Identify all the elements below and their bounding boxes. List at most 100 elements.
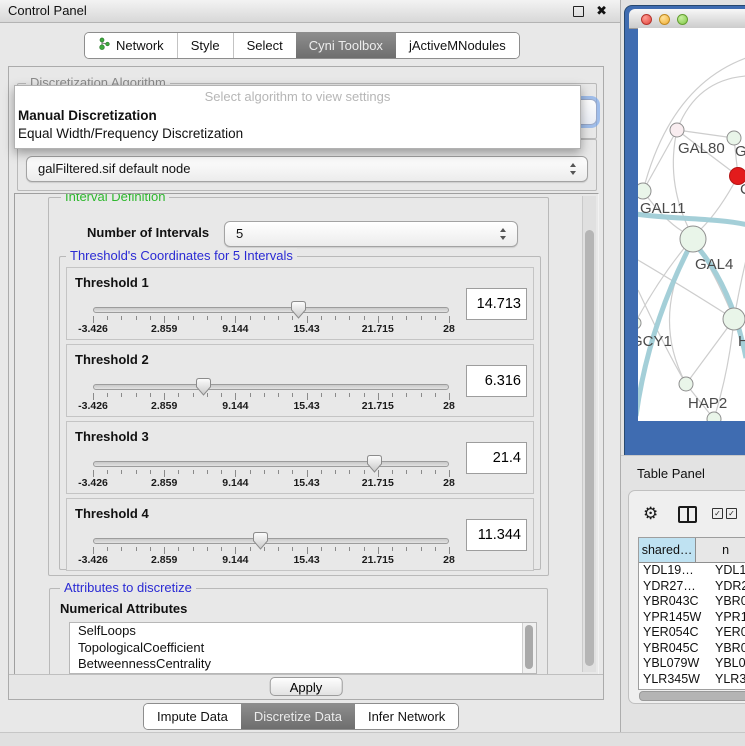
slider-track[interactable] [93, 384, 449, 390]
slider-ticks [93, 470, 449, 477]
table-row[interactable]: YIL052CYIL0 [639, 687, 745, 689]
gear-icon[interactable]: ⚙ [643, 501, 658, 527]
table-row[interactable]: YPR145WYPR1 [639, 610, 745, 626]
table-row[interactable]: YDR27…YDR2 [639, 579, 745, 595]
tab-network[interactable]: Network [85, 33, 177, 58]
node-hap2[interactable] [679, 377, 693, 391]
algorithm-dropdown-popup: Select algorithm to view settings Manual… [14, 85, 581, 149]
tab-impute-data[interactable]: Impute Data [144, 704, 241, 729]
close-traffic-light-icon[interactable] [641, 14, 652, 25]
table-cell[interactable]: YLR3 [709, 672, 745, 688]
table-cell[interactable]: YPR145W [639, 610, 709, 626]
table-cell[interactable]: YDR27… [639, 579, 709, 595]
dropdown-option-equal-width[interactable]: Equal Width/Frequency Discretization [18, 125, 577, 142]
node-label-ga-cut: GA [735, 143, 745, 160]
table-cell[interactable]: YDL1 [709, 563, 745, 579]
table-cell[interactable]: YER054C [639, 625, 709, 641]
list-scrollbar[interactable] [522, 623, 536, 673]
table-cell[interactable]: YBR043C [639, 594, 709, 610]
apply-button[interactable]: Apply [270, 677, 343, 696]
slider-track[interactable] [93, 307, 449, 313]
list-item[interactable]: BetweennessCentrality [70, 656, 536, 673]
table-cell[interactable]: YBR045C [639, 641, 709, 657]
list-item[interactable]: SelfLoops [70, 623, 536, 640]
threshold-value-input[interactable] [466, 519, 527, 551]
scrollbar-thumb[interactable] [525, 625, 533, 669]
number-of-intervals-label: Number of Intervals [87, 225, 209, 240]
network-view-window[interactable]: GAL80 GA C GAL11 GAL4 GCY1 H HAP2 [624, 5, 745, 456]
table-cell[interactable]: YBR0 [709, 641, 745, 657]
slider-thumb[interactable] [367, 455, 382, 473]
table-cell[interactable]: YBL0 [709, 656, 745, 672]
slider-thumb[interactable] [196, 378, 211, 396]
apply-strip: Apply [9, 674, 603, 699]
threshold-slider[interactable]: -3.4262.8599.14415.4321.71528 [93, 456, 449, 490]
node-label-gcy1: GCY1 [638, 333, 672, 350]
minimize-traffic-light-icon[interactable] [659, 14, 670, 25]
table-cell[interactable]: YLR345W [639, 672, 709, 688]
window-footer-strip [0, 732, 745, 746]
table-row[interactable]: YBR045CYBR0 [639, 641, 745, 657]
cyni-toolbox-panel: Discretization Algorithm Select algorith… [8, 66, 604, 700]
table-cell[interactable]: YIL052C [639, 687, 709, 689]
tab-select[interactable]: Select [233, 33, 296, 58]
node-label-h-cut: H [738, 333, 745, 350]
threshold-slider[interactable]: -3.4262.8599.14415.4321.71528 [93, 302, 449, 336]
scrollbar-thumb[interactable] [585, 230, 594, 666]
tab-infer-network[interactable]: Infer Network [355, 704, 458, 729]
threshold-value-input[interactable] [466, 288, 527, 320]
threshold-value-input[interactable] [466, 365, 527, 397]
column-header-shared[interactable]: shared… [639, 538, 696, 562]
tab-cyni-toolbox[interactable]: Cyni Toolbox [296, 33, 396, 58]
bottom-tab-strip: Impute Data Discretize Data Infer Networ… [143, 703, 459, 730]
slider-thumb[interactable] [291, 301, 306, 319]
horizontal-scrollbar[interactable] [639, 691, 745, 700]
node-gal80[interactable] [670, 123, 684, 137]
dropdown-option-manual[interactable]: Manual Discretization [18, 107, 577, 124]
zoom-traffic-light-icon[interactable] [677, 14, 688, 25]
threshold-slider[interactable]: -3.4262.8599.14415.4321.71528 [93, 379, 449, 413]
table-row[interactable]: YER054CYER0 [639, 625, 745, 641]
table-cell[interactable]: YDL19… [639, 563, 709, 579]
threshold-value-input[interactable] [466, 442, 527, 474]
table-data-combobox[interactable]: galFiltered.sif default node [26, 156, 588, 182]
checkbox-icon[interactable] [726, 508, 737, 519]
interval-definition-group: Interval Definition Number of Intervals … [48, 197, 549, 576]
threshold-slider[interactable]: -3.4262.8599.14415.4321.71528 [93, 533, 449, 567]
column-header-name[interactable]: n [696, 538, 745, 562]
tab-discretize-data[interactable]: Discretize Data [241, 704, 355, 729]
table-cell[interactable]: YPR1 [709, 610, 745, 626]
number-of-intervals-combobox[interactable]: 5 [224, 221, 518, 247]
table-cell[interactable]: YIL0 [709, 687, 745, 689]
table-row[interactable]: YLR345WYLR3 [639, 672, 745, 688]
node-gal11[interactable] [638, 183, 651, 199]
table-panel-title: Table Panel [637, 456, 705, 491]
node-right-mid[interactable] [723, 308, 745, 330]
node-gal4[interactable] [680, 226, 706, 252]
node-bottom-partial[interactable] [707, 412, 721, 421]
tab-style[interactable]: Style [177, 33, 233, 58]
table-cell[interactable]: YBL079W [639, 656, 709, 672]
table-cell[interactable]: YER0 [709, 625, 745, 641]
table-cell[interactable]: YBR0 [709, 594, 745, 610]
tab-jactivemnodules[interactable]: jActiveMNodules [396, 33, 519, 58]
slider-track[interactable] [93, 461, 449, 467]
checkbox-icon[interactable] [712, 508, 723, 519]
slider-track[interactable] [93, 538, 449, 544]
list-item[interactable]: TopologicalCoefficient [70, 640, 536, 657]
table-row[interactable]: YBL079WYBL0 [639, 656, 745, 672]
vertical-scrollbar[interactable] [582, 196, 596, 672]
close-icon[interactable]: ✖ [596, 1, 607, 23]
node-gcy1[interactable] [638, 317, 641, 329]
table-row[interactable]: YDL19…YDL1 [639, 563, 745, 579]
scrollbar-thumb[interactable] [639, 691, 745, 701]
dropdown-placeholder: Select algorithm to view settings [15, 89, 580, 104]
table-cell[interactable]: YDR2 [709, 579, 745, 595]
columns-icon[interactable] [678, 506, 697, 523]
table-row[interactable]: YBR043CYBR0 [639, 594, 745, 610]
network-canvas[interactable]: GAL80 GA C GAL11 GAL4 GCY1 H HAP2 [638, 28, 745, 421]
float-window-icon[interactable] [573, 6, 584, 17]
network-window-titlebar [629, 9, 745, 29]
numerical-attributes-list[interactable]: SelfLoopsTopologicalCoefficientBetweenne… [69, 622, 537, 674]
slider-thumb[interactable] [253, 532, 268, 550]
